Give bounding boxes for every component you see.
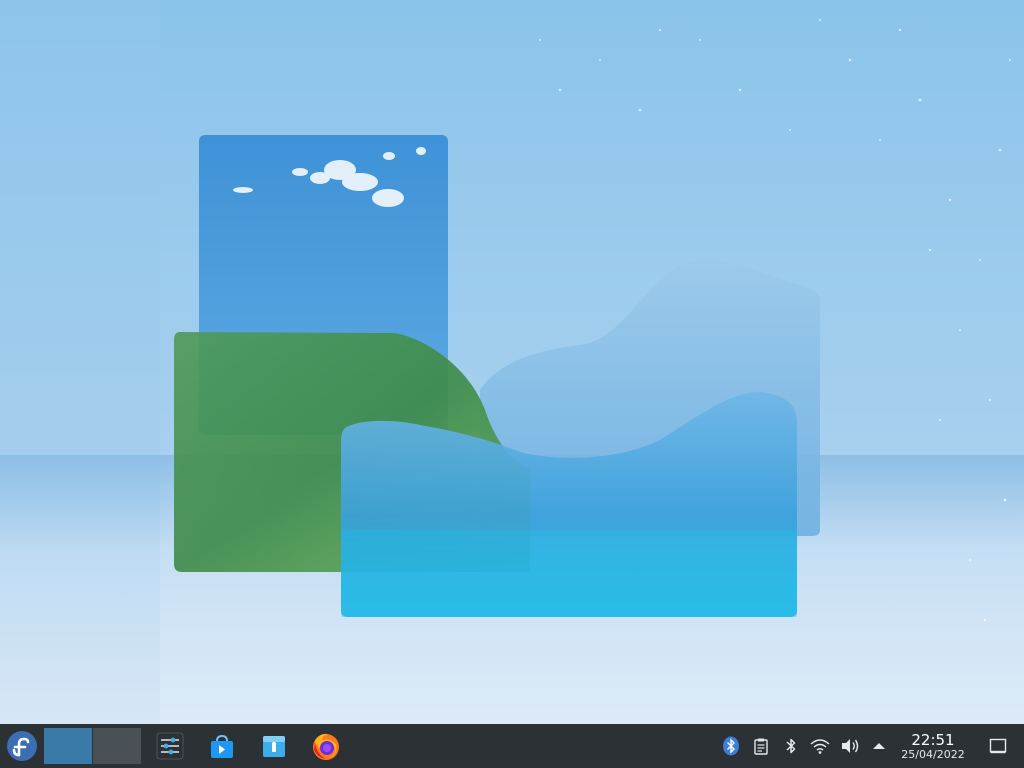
software-store-icon: [211, 734, 233, 758]
bluetooth-status-button[interactable]: [721, 736, 741, 756]
show-desktop-button[interactable]: [984, 730, 1012, 762]
network-button[interactable]: [810, 736, 830, 756]
chevron-up-icon: [873, 743, 885, 749]
firefox-icon: [313, 733, 339, 760]
dolphin-button[interactable]: [258, 730, 290, 762]
fedora-logo-icon: [7, 731, 37, 761]
show-desktop-icon: [989, 738, 1007, 754]
expand-tray-button[interactable]: [869, 736, 889, 756]
volume-button[interactable]: [840, 736, 860, 756]
clock-date: 25/04/2022: [901, 748, 965, 761]
settings-sliders-icon: [156, 732, 184, 760]
bluetooth-icon: [786, 738, 796, 754]
system-settings-button[interactable]: [154, 730, 186, 762]
pager-desktop-2[interactable]: [93, 728, 141, 764]
bluetooth-circle-icon: [723, 736, 739, 756]
discover-button[interactable]: [206, 730, 238, 762]
firefox-button[interactable]: [308, 728, 344, 764]
clipboard-button[interactable]: [751, 736, 771, 756]
bluetooth-button[interactable]: [781, 736, 801, 756]
pager-desktop-1[interactable]: [44, 728, 92, 764]
file-manager-icon: [263, 736, 285, 757]
clock-time: 22:51: [911, 731, 955, 749]
clipboard-icon: [754, 738, 768, 755]
wifi-icon: [810, 739, 830, 754]
wallpaper-art: [174, 19, 1011, 622]
desktop-background[interactable]: [0, 0, 1024, 724]
application-launcher-button[interactable]: [4, 728, 40, 764]
speaker-icon: [842, 739, 859, 753]
